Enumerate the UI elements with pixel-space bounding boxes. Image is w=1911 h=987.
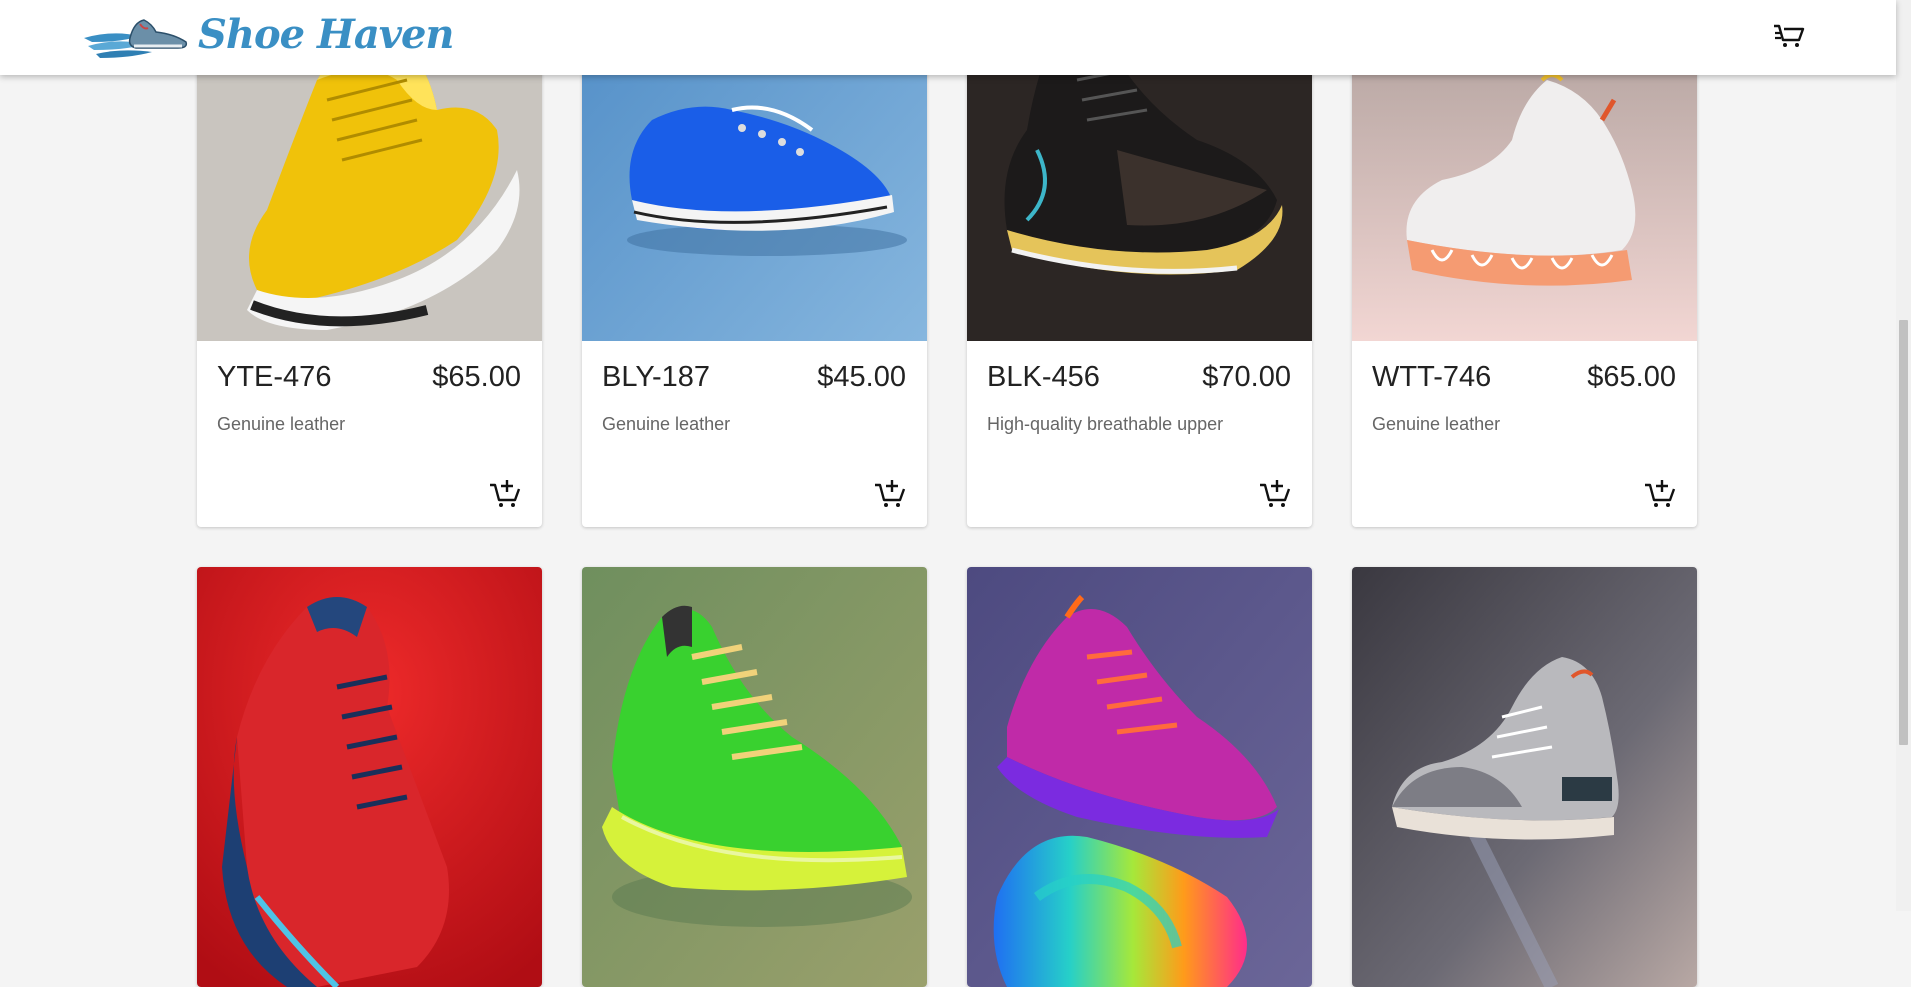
product-description: Genuine leather bbox=[1372, 414, 1501, 434]
add-to-cart-button[interactable] bbox=[873, 476, 907, 510]
add-to-cart-icon bbox=[875, 480, 906, 507]
brand-logo[interactable]: Shoe Haven bbox=[82, 4, 455, 64]
product-name: BLY-187 bbox=[602, 361, 711, 393]
top-navbar: Shoe Haven bbox=[0, 0, 1896, 75]
product-price: $65.00 bbox=[1587, 361, 1676, 393]
product-card[interactable]: BLK-456 $70.00 High-quality breathable u… bbox=[967, 0, 1312, 527]
add-to-cart-icon bbox=[1645, 480, 1676, 507]
product-price: $65.00 bbox=[432, 361, 521, 393]
product-info: BLK-456 $70.00 High-quality breathable u… bbox=[967, 341, 1312, 527]
product-description: Genuine leather bbox=[602, 414, 731, 434]
product-description: High-quality breathable upper bbox=[987, 414, 1224, 434]
winged-shoe-icon bbox=[84, 19, 188, 58]
product-image-grey-shoe[interactable] bbox=[1352, 567, 1697, 987]
product-card[interactable]: WTT-746 $65.00 Genuine leather bbox=[1352, 0, 1697, 527]
product-card[interactable] bbox=[1352, 567, 1697, 987]
brand-name: Shoe Haven bbox=[198, 10, 455, 58]
product-name: YTE-476 bbox=[217, 361, 332, 393]
product-description: Genuine leather bbox=[217, 414, 346, 434]
product-name: WTT-746 bbox=[1372, 361, 1492, 393]
cart-icon bbox=[1774, 24, 1805, 47]
product-info: WTT-746 $65.00 Genuine leather bbox=[1352, 341, 1697, 527]
product-info: YTE-476 $65.00 Genuine leather bbox=[197, 341, 542, 527]
product-name: BLK-456 bbox=[987, 361, 1100, 393]
add-to-cart-icon bbox=[490, 480, 521, 507]
product-image-purple-shoe[interactable] bbox=[967, 567, 1312, 987]
product-card[interactable]: YTE-476 $65.00 Genuine leather bbox=[197, 0, 542, 527]
add-to-cart-button[interactable] bbox=[1258, 476, 1292, 510]
product-price: $70.00 bbox=[1202, 361, 1291, 393]
add-to-cart-button[interactable] bbox=[1643, 476, 1677, 510]
product-info: BLY-187 $45.00 Genuine leather bbox=[582, 341, 927, 527]
header-cart-button[interactable] bbox=[1772, 18, 1806, 52]
scrollbar-thumb[interactable] bbox=[1899, 320, 1908, 745]
product-image-red-shoe[interactable] bbox=[197, 567, 542, 987]
product-card[interactable] bbox=[582, 567, 927, 987]
product-card[interactable] bbox=[967, 567, 1312, 987]
product-card[interactable] bbox=[197, 567, 542, 987]
add-to-cart-icon bbox=[1260, 480, 1291, 507]
product-image-green-shoe[interactable] bbox=[582, 567, 927, 987]
add-to-cart-button[interactable] bbox=[488, 476, 522, 510]
product-card[interactable]: BLY-187 $45.00 Genuine leather bbox=[582, 0, 927, 527]
product-price: $45.00 bbox=[817, 361, 906, 393]
